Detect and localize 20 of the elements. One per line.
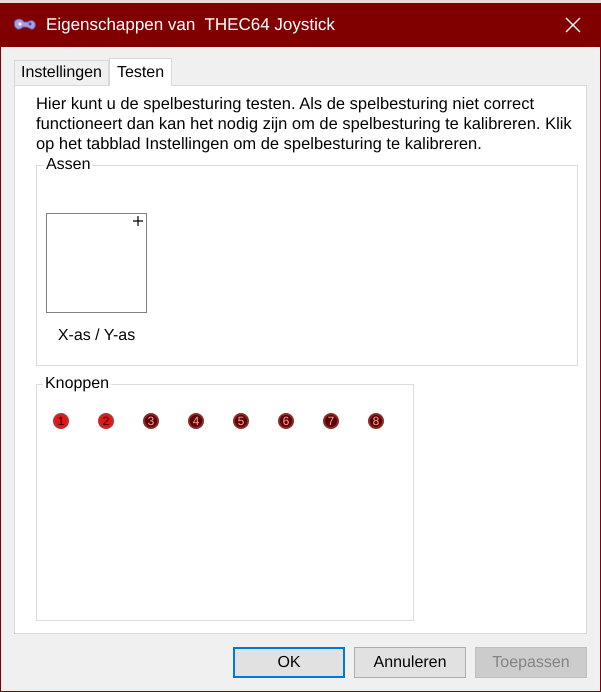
- button-indicator: 2: [98, 413, 114, 429]
- tab[interactable]: Testen: [108, 58, 172, 86]
- button-indicator: 3: [143, 413, 159, 429]
- window-title: Eigenschappen van THEC64 Joystick: [46, 14, 335, 36]
- description-text: Hier kunt u de spelbesturing testen. Als de spelbesturing niet correct functioneert dan kan het nodig zijn om de spelbesturing te kalibreren. Klik op het tabblad Instellingen om de spelbesturing te kalibreren.: [36, 94, 573, 154]
- dialog-button[interactable]: Annuleren: [354, 647, 466, 678]
- button-indicator: 4: [188, 413, 204, 429]
- close-icon: [565, 17, 581, 33]
- button-indicator: 7: [323, 413, 339, 429]
- button-indicator: 6: [278, 413, 294, 429]
- button-indicator: 8: [368, 413, 384, 429]
- crosshair-icon: [133, 216, 143, 226]
- close-button[interactable]: [563, 15, 583, 35]
- button-indicator: 5: [233, 413, 249, 429]
- dialog-button[interactable]: OK: [233, 647, 345, 678]
- group-legend: Knoppen: [43, 375, 112, 393]
- tab[interactable]: Instellingen: [14, 60, 109, 85]
- axis-label: X-as / Y-as: [58, 326, 136, 346]
- button-indicator: 1: [53, 413, 69, 429]
- group-legend: Assen: [44, 156, 92, 174]
